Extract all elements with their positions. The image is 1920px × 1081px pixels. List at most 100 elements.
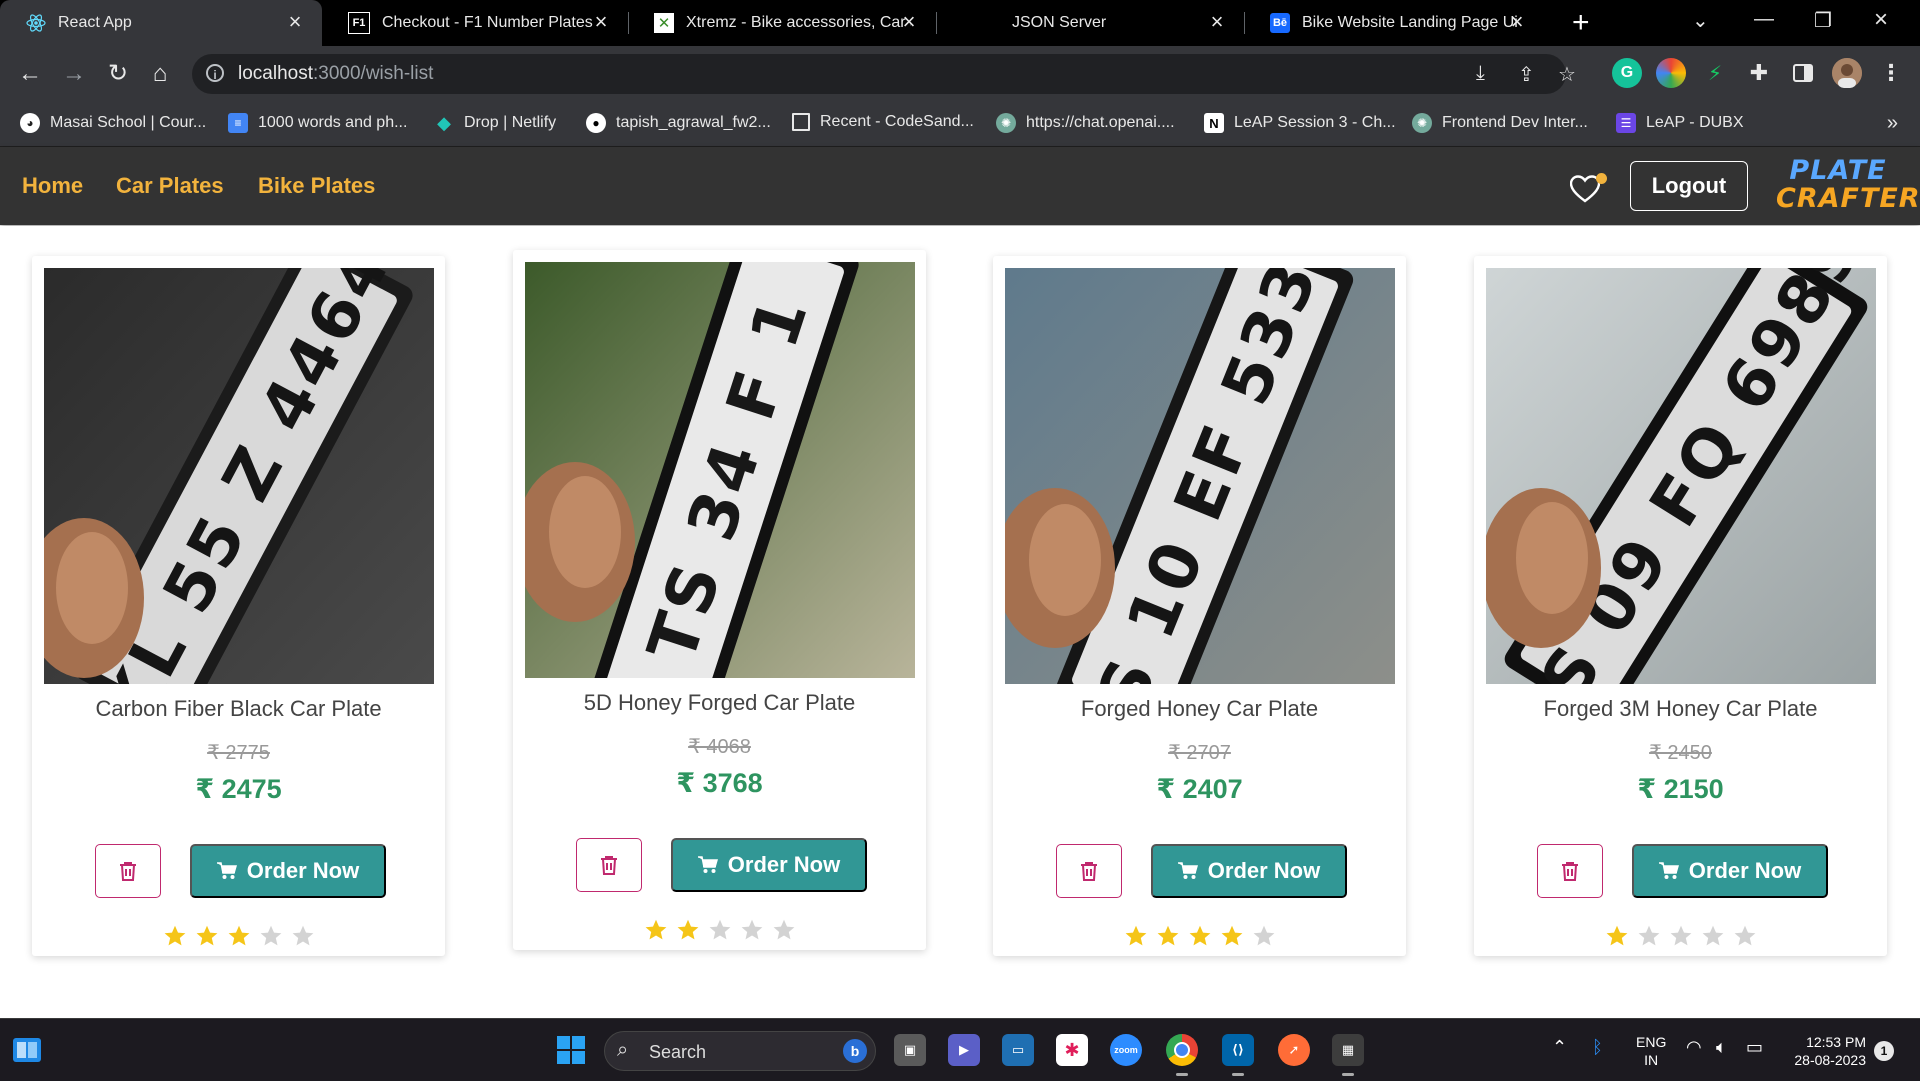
extensions-puzzle-icon[interactable]: ✚	[1744, 58, 1774, 88]
calculator-icon[interactable]: ▦	[1332, 1034, 1364, 1076]
grammarly-extension-icon[interactable]: G	[1612, 58, 1642, 88]
chrome-menu-icon[interactable]: ⋮	[1876, 58, 1906, 88]
new-tab-button[interactable]: +	[1572, 8, 1590, 38]
browser-toolbar: ← → ↻ ⌂ i localhost:3000/wish-list ⤓ ⇪ ☆…	[0, 46, 1920, 102]
tab-label: Bike Website Landing Page Ui	[1302, 14, 1517, 31]
tab-react-app[interactable]: React App ×	[0, 0, 322, 46]
forward-button[interactable]: →	[58, 58, 90, 90]
slack-icon[interactable]: ✱	[1056, 1034, 1088, 1066]
product-old-price: ₹ 2450	[1649, 742, 1712, 764]
order-now-button[interactable]: Order Now	[1632, 844, 1828, 898]
window-close-button[interactable]: ×	[1874, 6, 1888, 34]
postman-icon[interactable]: ➚	[1278, 1034, 1310, 1066]
remove-from-wishlist-button[interactable]	[576, 838, 642, 892]
order-now-button[interactable]: Order Now	[1151, 844, 1347, 898]
vscode-icon[interactable]: ⟨⟩	[1222, 1034, 1254, 1076]
bluetooth-icon[interactable]: ᛒ	[1592, 1037, 1603, 1058]
masai-favicon-icon: ◕	[20, 113, 40, 133]
bookmark-label: https://chat.openai....	[1026, 114, 1175, 131]
site-info-icon[interactable]: i	[206, 64, 224, 82]
close-icon[interactable]: ×	[1206, 11, 1228, 33]
close-icon[interactable]: ×	[590, 11, 612, 33]
rating-stars	[993, 924, 1406, 948]
star-filled-icon	[1157, 925, 1178, 946]
back-button[interactable]: ←	[14, 58, 46, 90]
side-panel-icon[interactable]	[1788, 58, 1818, 88]
widgets-icon[interactable]	[12, 1035, 42, 1065]
bookmark-star-icon[interactable]: ☆	[1558, 62, 1576, 87]
remote-desktop-icon[interactable]: ▭	[1002, 1034, 1034, 1066]
chrome-icon[interactable]	[1166, 1034, 1198, 1076]
bookmark-item[interactable]: ☰ LeAP - DUBX	[1616, 113, 1744, 133]
battery-icon[interactable]: ▭	[1746, 1037, 1763, 1058]
taskbar-search[interactable]: ⌕ Search b	[604, 1031, 876, 1071]
close-icon[interactable]: ×	[898, 11, 920, 33]
remove-from-wishlist-button[interactable]	[95, 844, 161, 898]
nav-link-car-plates[interactable]: Car Plates	[116, 173, 224, 199]
tab-behance[interactable]: Bē Bike Website Landing Page Ui ×	[1244, 0, 1544, 46]
wifi-icon[interactable]: ◠	[1686, 1037, 1702, 1058]
minimize-button[interactable]: —	[1754, 8, 1774, 31]
bookmark-item[interactable]: ◕ Masai School | Cour...	[20, 113, 206, 133]
cart-icon	[697, 856, 718, 873]
volume-icon[interactable]: 🔈︎	[1716, 1037, 1727, 1058]
tab-search-chevron-icon[interactable]: ⌄	[1692, 8, 1709, 33]
profile-avatar[interactable]	[1832, 58, 1862, 88]
reload-button[interactable]: ↻	[102, 58, 134, 90]
bookmark-item[interactable]: Recent - CodeSand...	[792, 113, 974, 131]
task-view-icon[interactable]: ▣	[894, 1034, 926, 1066]
bookmark-item[interactable]: ◆ Drop | Netlify	[434, 113, 556, 133]
nav-link-home[interactable]: Home	[22, 173, 83, 199]
tab-json-server[interactable]: JSON Server ×	[936, 0, 1244, 46]
brand-logo[interactable]: PLATE CRAFTERS	[1776, 157, 1920, 213]
remove-from-wishlist-button[interactable]	[1056, 844, 1122, 898]
close-icon[interactable]: ×	[284, 11, 306, 33]
bookmark-item[interactable]: ✺ https://chat.openai....	[996, 113, 1175, 133]
teams-icon[interactable]: ▶	[948, 1034, 980, 1066]
language-indicator[interactable]: ENG IN	[1636, 1033, 1666, 1069]
notion-icon: N	[1204, 113, 1224, 133]
bookmark-label: Frontend Dev Inter...	[1442, 114, 1588, 131]
bookmark-item[interactable]: ✺ Frontend Dev Inter...	[1412, 113, 1588, 133]
order-now-button[interactable]: Order Now	[671, 838, 867, 892]
logout-button[interactable]: Logout	[1630, 161, 1748, 211]
openai-icon: ✺	[1412, 113, 1432, 133]
bookmark-item[interactable]: N LeAP Session 3 - Ch...	[1204, 113, 1396, 133]
system-clock[interactable]: 12:53 PM 28-08-2023	[1782, 1033, 1866, 1069]
star-empty-icon	[1670, 925, 1691, 946]
bookmark-label: Drop | Netlify	[464, 114, 557, 131]
bookmark-item[interactable]: ● tapish_agrawal_fw2...	[586, 113, 771, 133]
remove-from-wishlist-button[interactable]	[1537, 844, 1603, 898]
google-docs-icon: ≡	[228, 113, 248, 133]
star-filled-icon	[1606, 925, 1627, 946]
more-bookmarks-icon[interactable]: »	[1887, 112, 1898, 135]
bookmark-label: Masai School | Cour...	[50, 114, 207, 131]
zoom-icon[interactable]: zoom	[1110, 1034, 1142, 1066]
bing-icon: b	[843, 1039, 867, 1063]
tech-extension-icon[interactable]: ⚡	[1700, 58, 1730, 88]
star-filled-icon	[1189, 925, 1210, 946]
close-icon[interactable]: ×	[1506, 11, 1528, 33]
address-bar[interactable]: i localhost:3000/wish-list ⤓ ⇪ ☆	[192, 54, 1576, 94]
install-app-icon[interactable]: ⤓	[1476, 62, 1485, 85]
product-old-price: ₹ 2707	[1168, 742, 1231, 764]
wishlist-card: TS 09 FQ 6989 Forged 3M Honey Car Plate …	[1474, 256, 1887, 956]
browser-tab-strip: React App × F1 Checkout - F1 Number Plat…	[0, 0, 1920, 46]
star-empty-icon	[1253, 925, 1274, 946]
notification-badge[interactable]: 1	[1874, 1041, 1894, 1061]
nav-link-bike-plates[interactable]: Bike Plates	[258, 173, 375, 199]
tab-xtremz[interactable]: ✕ Xtremz - Bike accessories, Car a ×	[628, 0, 936, 46]
color-picker-extension-icon[interactable]	[1656, 58, 1686, 88]
restore-button[interactable]: ❐	[1814, 8, 1832, 33]
order-now-button[interactable]: Order Now	[190, 844, 386, 898]
blank-favicon-icon	[962, 13, 982, 33]
home-button[interactable]: ⌂	[144, 58, 176, 90]
url-text[interactable]: localhost:3000/wish-list	[238, 63, 433, 85]
f1-favicon-icon: F1	[348, 12, 370, 34]
share-icon[interactable]: ⇪	[1518, 62, 1535, 87]
tab-checkout[interactable]: F1 Checkout - F1 Number Plates ×	[322, 0, 628, 46]
bookmark-item[interactable]: ≡ 1000 words and ph...	[228, 113, 407, 133]
windows-start-icon[interactable]	[557, 1036, 585, 1064]
show-hidden-icons-chevron[interactable]: ⌃	[1552, 1037, 1567, 1058]
clock-time: 12:53 PM	[1806, 1034, 1866, 1050]
